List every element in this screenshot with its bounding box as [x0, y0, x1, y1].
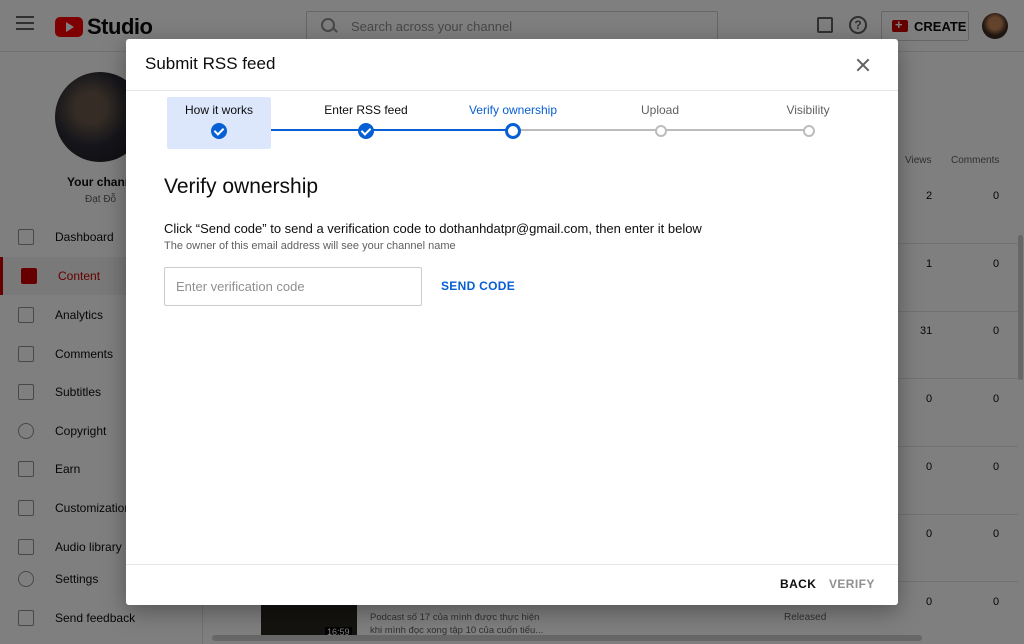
step-verify-ownership[interactable]: Verify ownership [461, 97, 565, 149]
step-label: Verify ownership [468, 103, 558, 117]
section-title: Verify ownership [164, 175, 319, 198]
step-label: Upload [640, 103, 680, 117]
divider [126, 90, 898, 91]
step-how-it-works[interactable]: How it works [167, 97, 271, 149]
verify-button[interactable]: VERIFY [829, 577, 875, 591]
submit-rss-dialog: Submit RSS feed How it works Enter RSS f… [126, 39, 898, 605]
step-label: Enter RSS feed [324, 103, 408, 117]
pending-step-icon [655, 125, 667, 137]
send-code-button[interactable]: SEND CODE [441, 279, 515, 293]
step-label: Visibility [786, 103, 830, 117]
step-visibility[interactable]: Visibility [756, 97, 860, 149]
step-label: How it works [184, 103, 253, 117]
verification-code-input[interactable] [164, 267, 422, 306]
close-icon[interactable] [854, 56, 872, 74]
instruction-text: Click “Send code” to send a verification… [164, 221, 702, 236]
back-button[interactable]: BACK [780, 577, 816, 591]
current-step-icon [505, 123, 521, 139]
divider [126, 564, 898, 565]
pending-step-icon [803, 125, 815, 137]
instruction-subtext: The owner of this email address will see… [164, 240, 456, 252]
dialog-title: Submit RSS feed [145, 54, 276, 73]
check-icon [358, 123, 374, 139]
check-icon [211, 123, 227, 139]
step-upload[interactable]: Upload [608, 97, 712, 149]
step-enter-rss-feed[interactable]: Enter RSS feed [314, 97, 418, 149]
